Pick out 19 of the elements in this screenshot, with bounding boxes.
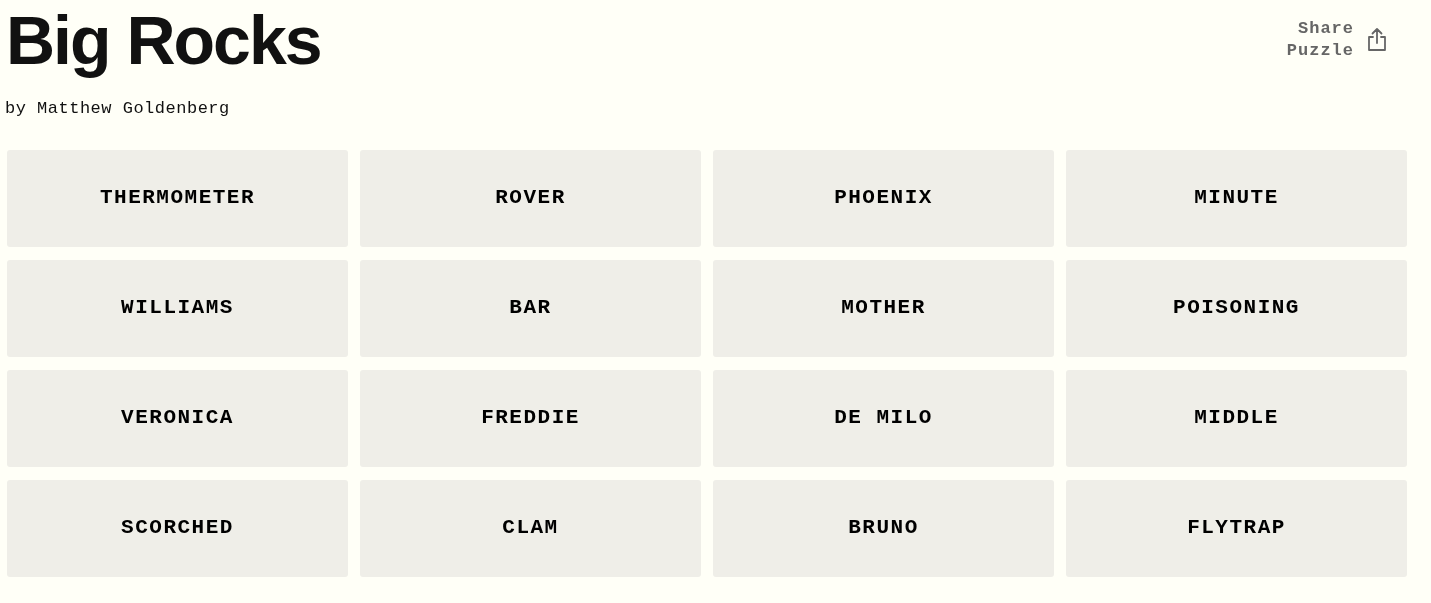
word-tile[interactable]: WILLIAMS bbox=[7, 259, 348, 357]
word-tile[interactable]: FREDDIE bbox=[360, 369, 701, 467]
word-tile[interactable]: MINUTE bbox=[1066, 149, 1407, 247]
word-tile[interactable]: BAR bbox=[360, 259, 701, 357]
word-tile[interactable]: PHOENIX bbox=[713, 149, 1054, 247]
share-icon bbox=[1366, 27, 1388, 53]
author-byline: by Matthew Goldenberg bbox=[5, 98, 231, 120]
word-tile[interactable]: BRUNO bbox=[713, 479, 1054, 577]
word-tile[interactable]: FLYTRAP bbox=[1066, 479, 1407, 577]
word-tile[interactable]: THERMOMETER bbox=[7, 149, 348, 247]
word-tile[interactable]: ROVER bbox=[360, 149, 701, 247]
word-tile[interactable]: VERONICA bbox=[7, 369, 348, 467]
word-tile[interactable]: SCORCHED bbox=[7, 479, 348, 577]
word-tile[interactable]: DE MILO bbox=[713, 369, 1054, 467]
word-tile[interactable]: MIDDLE bbox=[1066, 369, 1407, 467]
share-puzzle-button[interactable]: Share Puzzle bbox=[1282, 18, 1388, 62]
word-tile[interactable]: POISONING bbox=[1066, 259, 1407, 357]
word-tile[interactable]: CLAM bbox=[360, 479, 701, 577]
word-tile[interactable]: MOTHER bbox=[713, 259, 1054, 357]
